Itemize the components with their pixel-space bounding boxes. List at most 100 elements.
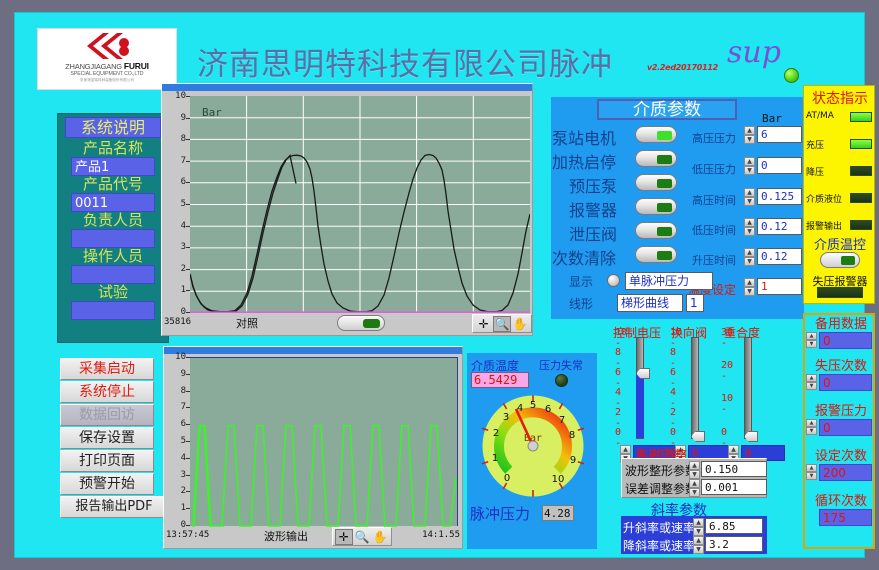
label-falling-slope: 降斜率或速率 xyxy=(623,539,696,553)
spinner-wave-shaping-param[interactable]: ▲ ▼ xyxy=(689,461,700,480)
cursor-icon[interactable]: ✛ xyxy=(335,528,353,545)
save-settings-button[interactable]: 保存设置 xyxy=(60,427,154,449)
pan-icon[interactable]: ✋ xyxy=(372,529,389,545)
spinner-setpoint-count[interactable]: ▲ ▼ xyxy=(806,464,817,481)
spinner-rising-slope[interactable]: ▲ ▼ xyxy=(693,518,704,537)
label-setpoint-count: 设定次数 xyxy=(814,449,867,464)
display-mode-knob[interactable] xyxy=(607,274,620,287)
slider-track-directional-valve[interactable] xyxy=(691,337,699,439)
status-label-media-level: 介质液位 xyxy=(806,195,843,205)
input-product-code[interactable]: 0011 xyxy=(71,193,155,212)
input-setpoint-count[interactable]: 200 xyxy=(819,464,872,481)
slider-track-control-voltage[interactable] xyxy=(636,337,644,439)
reference-chart-label: 对照 xyxy=(236,317,258,330)
slider-scale-overlap: 30 -20 -10 -0 - xyxy=(721,327,734,449)
switch-prepressure-pump[interactable] xyxy=(635,174,677,191)
stop-system-button[interactable]: 系统停止 xyxy=(60,381,154,403)
spinner-high-pressure[interactable]: ▲ ▼ xyxy=(744,126,755,145)
spinner-low-pressure[interactable]: ▲ ▼ xyxy=(744,157,755,176)
zoom-icon[interactable]: 🔍 xyxy=(354,529,371,545)
input-wave-shaping-param[interactable]: 0.150 xyxy=(701,461,767,477)
spinner-falling-slope[interactable]: ▲ ▼ xyxy=(693,536,704,555)
spinner-error-adjust-param[interactable]: ▲ ▼ xyxy=(689,479,700,498)
spinner-pressure-rise-time[interactable]: ▲ ▼ xyxy=(744,248,755,267)
reference-chart-toggle[interactable] xyxy=(337,315,385,331)
input-pressure-loss-count[interactable]: 0 xyxy=(819,374,872,391)
input-low-pressure[interactable]: 0 xyxy=(757,157,802,174)
label-high-pressure: 高压压力 xyxy=(692,132,736,145)
pressure-gauge: 4 5 6 3 7 2 8 1 9 0 10 Bar xyxy=(480,393,586,499)
print-page-button[interactable]: 打印页面 xyxy=(60,450,154,472)
pressure-unit-label: Bar xyxy=(762,112,782,125)
input-spare-data[interactable]: 0 xyxy=(819,332,872,349)
combo-line-shape[interactable]: 梯形曲线 xyxy=(617,294,683,312)
data-review-button[interactable]: 数据回访 xyxy=(60,404,154,426)
switch-relief-valve[interactable] xyxy=(635,222,677,239)
label-test: 试验 xyxy=(97,283,128,301)
zoom-icon[interactable]: 🔍 xyxy=(493,315,511,332)
input-high-pressure-time[interactable]: 0.125 xyxy=(757,188,802,205)
label-product-name: 产品名称 xyxy=(82,139,143,157)
falling-slope-row: 降斜率或速率 ▲ ▼ 3.2 xyxy=(623,536,765,555)
label-pump-motor: 泵站电机 xyxy=(552,129,617,148)
cursor-icon[interactable]: ✛ xyxy=(475,316,492,332)
output-chart-plot[interactable] xyxy=(190,357,458,527)
input-error-adjust-param[interactable]: 0.001 xyxy=(701,479,767,495)
pressure-loss-alarm-led xyxy=(817,287,863,298)
combo-display-mode[interactable]: 单脉冲压力 xyxy=(625,272,713,290)
spinner-alarm-pressure[interactable]: ▲ ▼ xyxy=(806,419,817,436)
input-product-name[interactable]: 产品1 xyxy=(71,157,155,176)
input-alarm-pressure[interactable]: 0 xyxy=(819,419,872,436)
status-label-depressurize: 降压 xyxy=(806,168,825,178)
input-pressure-rise-time[interactable]: 0.12 xyxy=(757,248,802,265)
block-cycle-count: 循环次数 175 xyxy=(805,494,877,526)
block-spare-data: 备用数据 ▲ ▼ 0 xyxy=(805,317,877,349)
sup-status-led xyxy=(784,68,799,83)
input-line-index[interactable]: 1 xyxy=(686,294,704,312)
media-temp-control-toggle[interactable] xyxy=(820,252,860,268)
label-pressure-rise-time: 升压时间 xyxy=(692,254,736,267)
input-rising-slope[interactable]: 6.85 xyxy=(705,518,763,534)
input-test[interactable] xyxy=(71,301,155,320)
label-operator: 操作人员 xyxy=(82,247,143,265)
spinner-pressure-loss-count[interactable]: ▲ ▼ xyxy=(806,374,817,391)
input-temperature-setpoint[interactable]: 1 xyxy=(757,278,802,295)
reference-chart-toolbar: ✛ 🔍 ✋ xyxy=(472,314,532,333)
spinner-spare-data[interactable]: ▲ ▼ xyxy=(806,332,817,349)
slider-scale-control-voltage: 10 -8 -6 - 4 -2 -0 - xyxy=(615,327,628,449)
chart-titlebar xyxy=(162,84,532,91)
input-operator[interactable] xyxy=(71,265,155,284)
block-pressure-loss-count: 失压次数 ▲ ▼ 0 xyxy=(805,359,877,391)
pan-icon[interactable]: ✋ xyxy=(512,316,529,332)
label-line-shape: 线形 xyxy=(569,297,594,311)
media-parameters-title: 介质参数 xyxy=(597,99,737,120)
switch-pump-motor[interactable] xyxy=(635,126,677,143)
input-high-pressure[interactable]: 6 xyxy=(757,126,802,143)
slider-track-overlap[interactable] xyxy=(744,337,752,439)
start-prewarning-button[interactable]: 预警开始 xyxy=(60,473,154,495)
spinner-high-pressure-time[interactable]: ▲ ▼ xyxy=(744,188,755,207)
label-product-code: 产品代号 xyxy=(82,175,143,193)
status-label-atma: AT/MA xyxy=(806,111,834,121)
spinner-low-pressure-time[interactable]: ▲ ▼ xyxy=(744,218,755,237)
output-chart-label: 波形输出 xyxy=(264,530,308,543)
status-led-media-level xyxy=(850,193,872,203)
status-label-charging: 充压 xyxy=(806,141,825,151)
svg-text:0: 0 xyxy=(504,473,510,484)
input-low-pressure-time[interactable]: 0.12 xyxy=(757,218,802,235)
switch-heating[interactable] xyxy=(635,150,677,167)
start-acquisition-button[interactable]: 采集启动 xyxy=(60,358,154,380)
status-row-charging: 充压 xyxy=(806,138,874,151)
reference-chart-plot[interactable]: Bar xyxy=(189,96,531,313)
status-row-media-level: 介质液位 xyxy=(806,192,874,205)
switch-alarm[interactable] xyxy=(635,198,677,215)
export-pdf-report-button[interactable]: 报告输出PDF xyxy=(60,496,168,518)
spinner-temperature-setpoint[interactable]: ▲ ▼ xyxy=(744,278,755,297)
logo-subtitle-line: SPECIAL EQUIPMENT CO.,LTD xyxy=(70,71,144,77)
pulse-pressure-label: 脉冲压力 xyxy=(470,505,531,523)
label-alarm-pressure: 报警压力 xyxy=(814,404,867,419)
input-falling-slope[interactable]: 3.2 xyxy=(705,536,763,552)
switch-count-clear[interactable] xyxy=(635,246,677,263)
reference-waveform-path xyxy=(189,154,297,313)
input-responsible-person[interactable] xyxy=(71,229,155,248)
